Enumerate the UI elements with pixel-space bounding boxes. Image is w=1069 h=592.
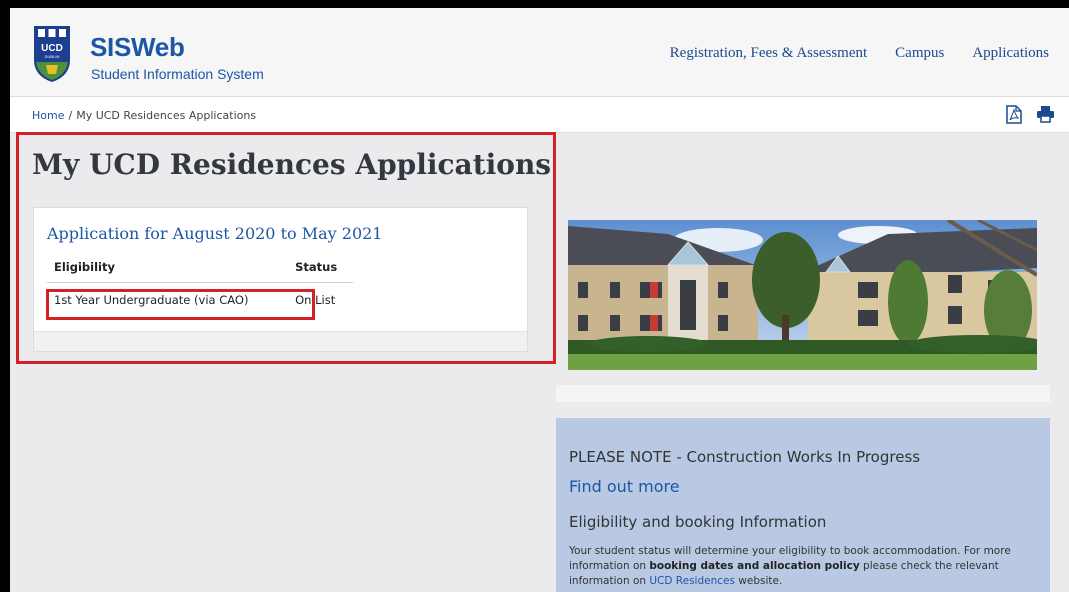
page-tools <box>1006 105 1055 124</box>
breadcrumb-current: My UCD Residences Applications <box>76 109 257 122</box>
nav-applications[interactable]: Applications <box>972 45 1049 62</box>
breadcrumb-bar: Home / My UCD Residences Applications <box>10 97 1069 133</box>
notice-body: Your student status will determine your … <box>569 544 1039 589</box>
breadcrumb: Home / My UCD Residences Applications <box>32 109 256 122</box>
pdf-icon[interactable] <box>1006 105 1022 124</box>
notice-body-bold: booking dates and allocation policy <box>649 560 860 572</box>
breadcrumb-separator: / <box>68 109 73 122</box>
notice-body-text-3: website. <box>734 575 783 587</box>
svg-text:UCD: UCD <box>41 43 63 54</box>
highlight-box-applications <box>16 132 556 364</box>
find-out-more-link[interactable]: Find out more <box>569 477 680 496</box>
site-header: UCD DUBLIN SISWeb Student Information Sy… <box>10 8 1069 97</box>
photo-caption-strip <box>556 385 1050 402</box>
nav-registration-fees-assessment[interactable]: Registration, Fees & Assessment <box>670 45 868 62</box>
ucd-residences-link[interactable]: UCD Residences <box>649 575 735 587</box>
site-subtitle: Student Information System <box>91 66 264 82</box>
notice-subheading: Eligibility and booking Information <box>569 513 827 531</box>
residences-photo <box>568 220 1037 370</box>
nav-campus[interactable]: Campus <box>895 45 944 62</box>
notice-panel: PLEASE NOTE - Construction Works In Prog… <box>556 418 1050 592</box>
highlight-box-row <box>46 289 315 320</box>
browser-viewport: UCD DUBLIN SISWeb Student Information Sy… <box>10 8 1069 592</box>
svg-text:DUBLIN: DUBLIN <box>45 54 60 59</box>
breadcrumb-home[interactable]: Home <box>32 109 64 122</box>
notice-title: PLEASE NOTE - Construction Works In Prog… <box>569 448 921 466</box>
top-navigation: Registration, Fees & Assessment Campus A… <box>670 45 1049 62</box>
ucd-crest-logo[interactable]: UCD DUBLIN <box>32 24 72 84</box>
site-title[interactable]: SISWeb <box>90 32 185 63</box>
print-icon[interactable] <box>1036 105 1055 123</box>
